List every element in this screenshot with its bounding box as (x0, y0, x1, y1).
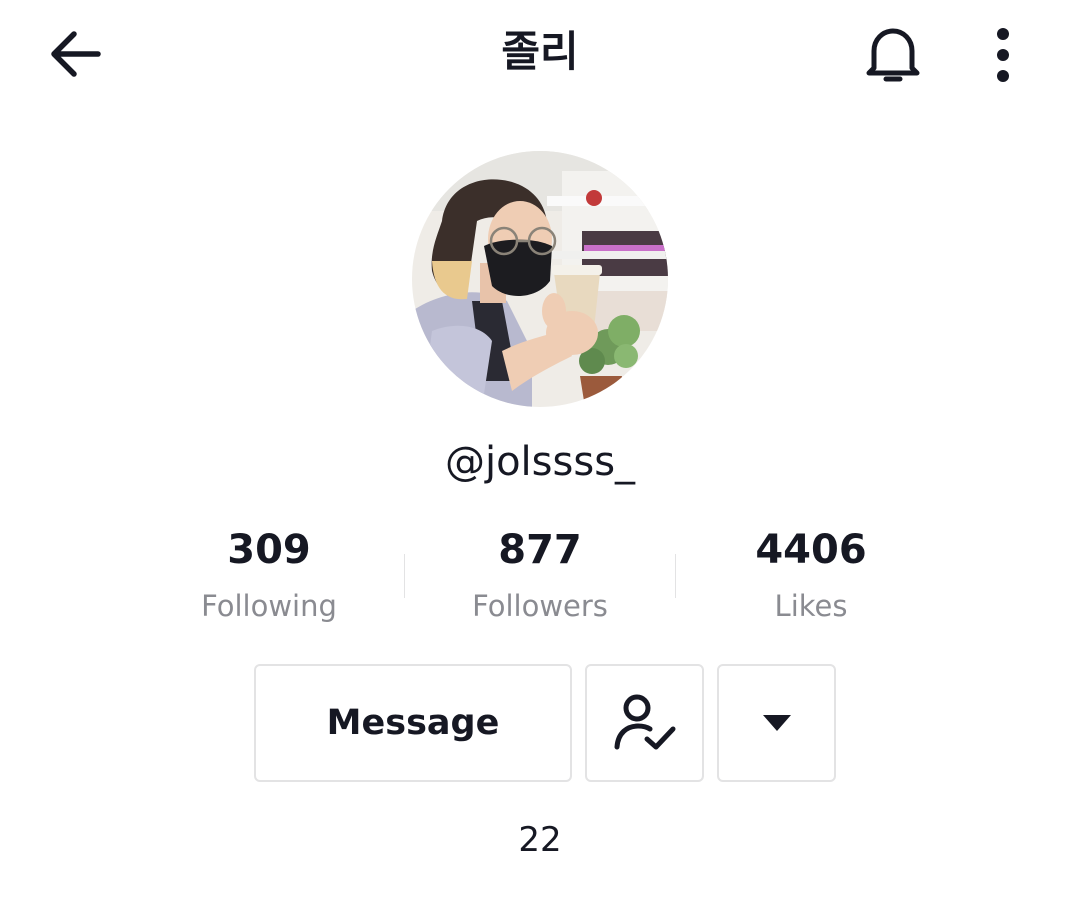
profile-stats: 309 Following 877 Followers 4406 Likes (134, 520, 946, 630)
stat-followers[interactable]: 877 Followers (405, 520, 675, 630)
message-button-label: Message (326, 703, 500, 743)
caret-down-icon (762, 715, 791, 731)
avatar[interactable] (412, 151, 668, 407)
notification-bell-button[interactable] (858, 20, 928, 90)
following-status-button[interactable] (585, 664, 704, 782)
profile-photo (412, 151, 668, 407)
more-vertical-icon (997, 28, 1009, 82)
bell-icon (866, 28, 920, 82)
stat-likes[interactable]: 4406 Likes (676, 520, 946, 630)
following-label: Following (201, 589, 337, 623)
profile-bio: 22 (518, 820, 562, 860)
followers-count: 877 (498, 527, 582, 573)
likes-label: Likes (774, 589, 848, 623)
more-options-button[interactable] (978, 20, 1028, 90)
likes-count: 4406 (755, 527, 867, 573)
stat-following[interactable]: 309 Following (134, 520, 404, 630)
suggested-accounts-dropdown-button[interactable] (717, 664, 836, 782)
top-bar: 졸리 (0, 0, 1080, 110)
following-count: 309 (227, 527, 311, 573)
followers-label: Followers (472, 589, 608, 623)
message-button[interactable]: Message (254, 664, 572, 782)
username: @jolssss_ (444, 439, 636, 485)
user-check-icon (614, 694, 675, 750)
